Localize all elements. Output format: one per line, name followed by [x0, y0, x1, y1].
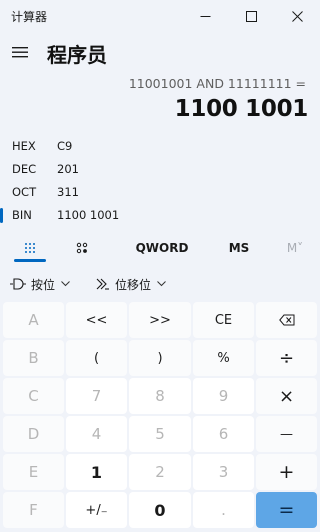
app-title: 计算器	[11, 10, 48, 24]
minimize-button[interactable]	[182, 0, 228, 32]
bit-shift-icon	[96, 278, 109, 290]
navigation-menu-button[interactable]	[4, 36, 36, 68]
radix-value: C9	[57, 139, 73, 153]
key-left-shift[interactable]: <<	[66, 302, 127, 338]
chevron-down-icon	[157, 279, 166, 290]
bitwise-label: 按位	[31, 277, 56, 292]
key-multiply[interactable]: ×	[256, 378, 317, 414]
selected-radix-indicator	[0, 208, 3, 223]
radix-row-bin[interactable]: BIN 1100 1001	[0, 204, 320, 227]
close-button[interactable]	[274, 0, 320, 32]
radix-label: BIN	[12, 208, 32, 222]
key-3[interactable]: 3	[193, 454, 254, 490]
expression-display: 11001001 AND 11111111 =	[128, 76, 306, 91]
word-size-button[interactable]: QWORD	[131, 234, 193, 262]
key-6[interactable]: 6	[193, 416, 254, 452]
key-modulo[interactable]: %	[193, 340, 254, 376]
key-8[interactable]: 8	[129, 378, 191, 414]
key-hex-e[interactable]: E	[3, 454, 64, 490]
operation-menus: 按位 位移位	[0, 270, 320, 298]
maximize-icon	[245, 10, 257, 22]
backspace-icon	[278, 314, 294, 326]
key-decimal[interactable]: .	[193, 492, 254, 528]
key-open-paren[interactable]: (	[66, 340, 127, 376]
key-clear-entry[interactable]: CE	[193, 302, 254, 338]
radix-label: DEC	[12, 162, 37, 176]
keypad-grid-icon	[25, 243, 35, 253]
bit-toggle-icon	[76, 242, 88, 253]
radix-row-dec[interactable]: DEC 201	[0, 158, 320, 181]
key-7[interactable]: 7	[66, 378, 127, 414]
bitwise-gate-icon	[10, 278, 26, 290]
key-hex-d[interactable]: D	[3, 416, 64, 452]
keypad: A << >> CE B ( ) % ÷ C 7 8 9 × D 4 5 6 —…	[0, 300, 320, 532]
tab-bit-toggling-keypad[interactable]	[62, 234, 102, 262]
key-hex-f[interactable]: F	[3, 492, 64, 528]
radix-value: 1100 1001	[57, 208, 120, 222]
bitwise-dropdown[interactable]: 按位	[10, 270, 70, 298]
close-icon	[291, 10, 303, 22]
radix-label: HEX	[12, 139, 36, 153]
maximize-button[interactable]	[228, 0, 274, 32]
bit-shift-label: 位移位	[115, 277, 152, 292]
key-close-paren[interactable]: )	[129, 340, 191, 376]
radix-row-oct[interactable]: OCT 311	[0, 181, 320, 204]
radix-row-hex[interactable]: HEX C9	[0, 135, 320, 158]
key-divide[interactable]: ÷	[256, 340, 317, 376]
mode-title: 程序员	[47, 43, 107, 67]
memory-view-button[interactable]: M˅	[276, 234, 314, 262]
key-negate[interactable]: +/₋	[66, 492, 127, 528]
key-hex-b[interactable]: B	[3, 340, 64, 376]
key-4[interactable]: 4	[66, 416, 127, 452]
active-tab-underline	[14, 259, 46, 262]
key-2[interactable]: 2	[129, 454, 191, 490]
radix-value: 311	[57, 185, 79, 199]
tab-full-keypad[interactable]	[10, 234, 50, 262]
key-right-shift[interactable]: >>	[129, 302, 191, 338]
key-equals[interactable]: =	[256, 492, 317, 528]
key-hex-c[interactable]: C	[3, 378, 64, 414]
hamburger-icon	[12, 47, 28, 58]
key-0[interactable]: 0	[129, 492, 191, 528]
key-backspace[interactable]	[256, 302, 317, 338]
key-9[interactable]: 9	[193, 378, 254, 414]
key-subtract[interactable]: —	[256, 416, 317, 452]
result-display: 1100 1001	[174, 96, 309, 122]
title-bar: 计算器	[0, 0, 320, 32]
memory-store-button[interactable]: MS	[220, 234, 258, 262]
key-add[interactable]: +	[256, 454, 317, 490]
keypad-tabs: QWORD MS M˅	[0, 234, 320, 262]
key-1[interactable]: 1	[66, 454, 127, 490]
bit-shift-dropdown[interactable]: 位移位	[96, 270, 166, 298]
radix-label: OCT	[12, 185, 37, 199]
key-5[interactable]: 5	[129, 416, 191, 452]
minimize-icon	[200, 15, 210, 17]
chevron-down-icon	[61, 279, 70, 290]
radix-value: 201	[57, 162, 79, 176]
key-hex-a[interactable]: A	[3, 302, 64, 338]
header: 程序员	[0, 36, 320, 72]
